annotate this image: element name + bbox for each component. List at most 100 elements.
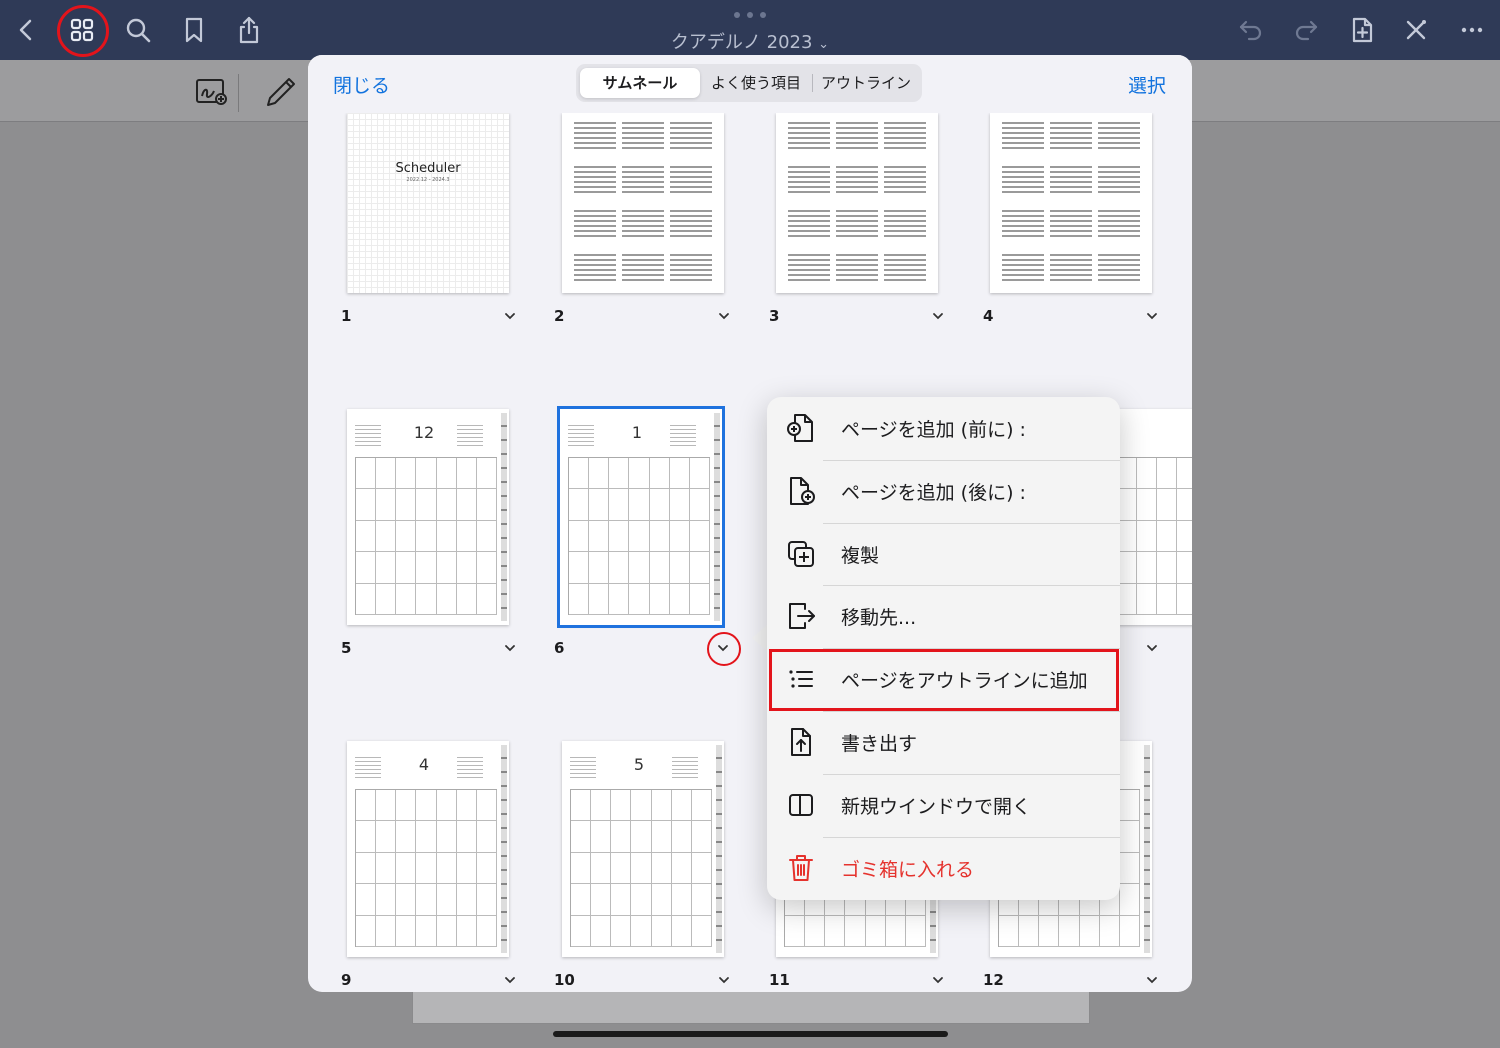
calendar-cell bbox=[1039, 915, 1060, 947]
select-button[interactable]: 選択 bbox=[1128, 71, 1166, 98]
tab-favorites[interactable]: よく使う項目 bbox=[702, 68, 810, 98]
calendar-cell bbox=[651, 852, 672, 885]
menu-open-new-window[interactable]: 新規ウインドウで開く bbox=[767, 774, 1120, 837]
calendar-cell bbox=[396, 884, 417, 916]
calendar-cell bbox=[611, 884, 632, 916]
document-title[interactable]: クアデルノ 2023 ⌄ bbox=[620, 28, 880, 54]
page-thumbnail-3[interactable] bbox=[776, 113, 938, 293]
year-month-block bbox=[788, 207, 830, 245]
calendar-line bbox=[1050, 225, 1092, 227]
page-thumbnail-10[interactable]: 5 bbox=[562, 741, 724, 957]
more-icon[interactable] bbox=[1454, 12, 1490, 48]
calendar-line bbox=[788, 166, 830, 168]
calendar-cell bbox=[356, 790, 377, 822]
page-thumbnail-6-selected[interactable]: 1 bbox=[557, 406, 725, 628]
calendar-cell bbox=[376, 821, 397, 853]
calendar-line bbox=[670, 210, 712, 212]
calendar-cell bbox=[376, 458, 397, 490]
calendar-line bbox=[788, 274, 830, 276]
calendar-line bbox=[1002, 210, 1044, 212]
back-chevron-icon[interactable] bbox=[8, 12, 44, 48]
calendar-line bbox=[836, 274, 878, 276]
multitask-handle[interactable] bbox=[734, 12, 766, 20]
calendar-line bbox=[1098, 220, 1140, 222]
pencil-icon[interactable] bbox=[262, 74, 298, 110]
calendar-cell bbox=[631, 884, 652, 916]
calendar-line bbox=[670, 142, 712, 144]
tab-outline[interactable]: アウトライン bbox=[814, 68, 918, 98]
calendar-line bbox=[574, 220, 616, 222]
menu-add-page-after[interactable]: ページを追加 (後に) : bbox=[767, 460, 1120, 523]
calendar-line bbox=[670, 191, 712, 193]
calendar-line bbox=[1002, 254, 1044, 256]
close-tools-icon[interactable] bbox=[1398, 12, 1434, 48]
calendar-cell bbox=[456, 458, 477, 490]
tab-thumbnails[interactable]: サムネール bbox=[580, 68, 700, 98]
chevron-down-icon[interactable] bbox=[717, 311, 731, 321]
menu-move-to[interactable]: 移動先... bbox=[767, 585, 1120, 648]
page-thumbnail-4[interactable] bbox=[990, 113, 1152, 293]
calendar-line bbox=[1002, 132, 1044, 134]
year-month-block bbox=[836, 207, 878, 245]
calendar-line bbox=[622, 147, 664, 149]
calendar-line bbox=[1002, 122, 1044, 124]
menu-export[interactable]: 書き出す bbox=[767, 711, 1120, 774]
calendar-line bbox=[788, 235, 830, 237]
calendar-cell bbox=[571, 790, 592, 822]
share-icon[interactable] bbox=[231, 12, 267, 48]
search-icon[interactable] bbox=[120, 12, 156, 48]
calendar-line bbox=[788, 132, 830, 134]
chevron-down-icon[interactable] bbox=[503, 643, 517, 653]
redo-icon[interactable] bbox=[1288, 12, 1324, 48]
bookmark-icon[interactable] bbox=[176, 12, 212, 48]
month-number: 1 bbox=[631, 423, 643, 442]
calendar-line bbox=[788, 147, 830, 149]
calendar-line bbox=[1002, 235, 1044, 237]
calendar-line bbox=[1098, 186, 1140, 188]
calendar-cell bbox=[669, 520, 690, 553]
calendar-cell bbox=[631, 915, 652, 947]
chevron-down-icon[interactable] bbox=[503, 975, 517, 985]
calendar-cell bbox=[649, 489, 670, 521]
page-thumbnail-2[interactable] bbox=[562, 113, 724, 293]
calendar-line bbox=[1050, 279, 1092, 281]
page-thumbnail-1[interactable]: Scheduler 2022.12 - 2024.3 bbox=[347, 113, 509, 293]
mini-calendar bbox=[670, 425, 696, 447]
home-indicator[interactable] bbox=[553, 1031, 948, 1037]
chevron-down-icon[interactable] bbox=[717, 975, 731, 985]
page-thumbnail-8[interactable] bbox=[1108, 409, 1192, 625]
month-grid bbox=[568, 457, 710, 615]
chevron-down-icon[interactable] bbox=[1145, 975, 1159, 985]
top-toolbar: クアデルノ 2023 ⌄ bbox=[0, 0, 1500, 60]
page-thumbnail-9[interactable]: 4 bbox=[347, 741, 509, 957]
calendar-cell bbox=[1157, 520, 1178, 553]
menu-item-label: ページを追加 (前に) : bbox=[841, 419, 1026, 441]
calendar-line bbox=[622, 215, 664, 217]
calendar-cell bbox=[476, 884, 497, 916]
chevron-down-icon[interactable] bbox=[1145, 643, 1159, 653]
calendar-line bbox=[788, 181, 830, 183]
calendar-line bbox=[1002, 191, 1044, 193]
calendar-line bbox=[1098, 274, 1140, 276]
calendar-cell bbox=[629, 458, 650, 490]
index-tabs bbox=[1144, 745, 1150, 953]
index-tabs bbox=[501, 745, 507, 953]
chevron-down-icon[interactable] bbox=[931, 311, 945, 321]
menu-duplicate[interactable]: 複製 bbox=[767, 523, 1120, 586]
add-page-icon[interactable] bbox=[1344, 12, 1380, 48]
calendar-line bbox=[1002, 269, 1044, 271]
menu-move-to-trash[interactable]: ゴミ箱に入れる bbox=[767, 837, 1120, 900]
chevron-down-icon[interactable] bbox=[931, 975, 945, 985]
chevron-down-icon[interactable] bbox=[503, 311, 517, 321]
cover-subtitle: 2022.12 - 2024.3 bbox=[406, 177, 450, 183]
lasso-zoom-icon[interactable] bbox=[194, 74, 230, 110]
page-thumbnail-5[interactable]: 12 bbox=[347, 409, 509, 625]
chevron-down-icon[interactable] bbox=[1145, 311, 1159, 321]
calendar-cell bbox=[1177, 458, 1192, 490]
menu-add-page-before[interactable]: ページを追加 (前に) : bbox=[767, 397, 1120, 460]
undo-icon[interactable] bbox=[1233, 12, 1269, 48]
calendar-cell bbox=[436, 852, 457, 885]
calendar-line bbox=[574, 235, 616, 237]
calendar-cell bbox=[1099, 915, 1120, 947]
close-button[interactable]: 閉じる bbox=[333, 71, 390, 98]
